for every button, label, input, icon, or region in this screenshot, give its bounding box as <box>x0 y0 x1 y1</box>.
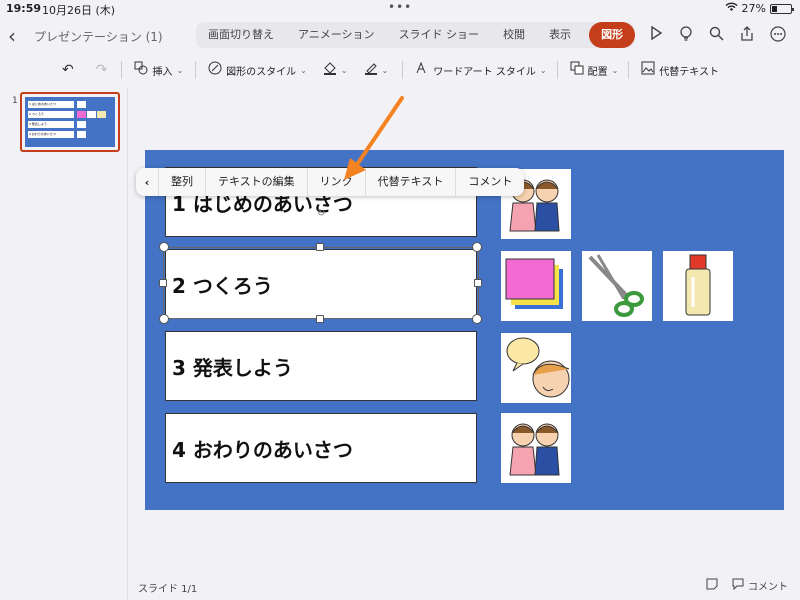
divider <box>628 61 630 79</box>
thumbnail-image <box>77 111 86 118</box>
menu-item-align[interactable]: 整列 <box>158 168 205 196</box>
chevron-down-icon: ⌄ <box>539 65 547 75</box>
text-box-greeting-end[interactable]: 4 おわりのあいさつ <box>165 413 477 483</box>
shape-style-button[interactable]: 図形のスタイル ⌄ <box>208 61 307 79</box>
ribbon-toolbar: ↶ ↷ 挿入 ⌄ 図形のスタイル ⌄ ⌄ ⌄ ワードアート スタイル ⌄ 配置 ⌄ 代替… <box>0 56 800 84</box>
pen-icon <box>364 61 378 79</box>
alt-text-button[interactable]: 代替テキスト <box>641 61 719 79</box>
resize-handle[interactable] <box>159 242 169 252</box>
back-icon[interactable]: ‹ <box>8 24 16 48</box>
resize-handle[interactable] <box>159 314 169 324</box>
alt-text-icon <box>641 61 655 79</box>
title-bar: ‹ プレゼンテーション (1) 画面切り替え アニメーション スライド ショー … <box>0 18 800 54</box>
ribbon-tabs: 画面切り替え アニメーション スライド ショー 校閲 表示 図形 <box>196 22 636 48</box>
tab-review[interactable]: 校閲 <box>491 22 537 48</box>
chevron-down-icon: ⌄ <box>300 65 307 75</box>
thumbnail-image <box>97 111 106 118</box>
resize-handle[interactable] <box>316 315 324 323</box>
comment-icon <box>732 578 744 593</box>
tab-transitions[interactable]: 画面切り替え <box>196 22 286 48</box>
status-right: 27% <box>725 2 794 15</box>
status-time: 19:59 <box>6 2 42 15</box>
divider <box>402 61 404 79</box>
notes-icon[interactable] <box>706 578 718 593</box>
status-date: 10月26日 (木) <box>42 4 116 17</box>
arrange-button[interactable]: 配置 ⌄ <box>570 61 619 79</box>
divider <box>121 61 123 79</box>
resize-handle[interactable] <box>472 314 482 324</box>
shapes-icon <box>134 61 148 79</box>
more-icon[interactable] <box>770 26 786 46</box>
slide-counter: スライド 1/1 <box>138 584 198 595</box>
thumbnail-image <box>77 131 86 138</box>
chevron-left-icon[interactable]: ‹ <box>136 176 158 189</box>
selection-outline <box>163 247 479 319</box>
slide-thumbnail[interactable]: 1 はじめのあいさつ 2 つくろう 3 発表しよう 4 おわりのあいさつ <box>20 92 120 152</box>
resize-handle[interactable] <box>316 243 324 251</box>
pointer-arrow <box>344 96 404 180</box>
thumbnail-row: 1 はじめのあいさつ <box>28 101 74 108</box>
thumbnail-image <box>87 111 96 118</box>
wifi-icon <box>725 2 738 15</box>
resize-handle[interactable] <box>159 279 167 287</box>
lightbulb-icon[interactable] <box>679 26 693 46</box>
slide-thumbnails-panel: 1 1 はじめのあいさつ 2 つくろう 3 発表しよう 4 おわりのあいさつ <box>0 88 128 600</box>
text-box-present[interactable]: 3 発表しよう <box>165 331 477 401</box>
wordart-style-button[interactable]: ワードアート スタイル ⌄ <box>415 61 547 79</box>
document-title[interactable]: プレゼンテーション (1) <box>34 28 163 45</box>
title-actions <box>649 25 786 46</box>
tab-slideshow[interactable]: スライド ショー <box>387 22 492 48</box>
footer-actions: コメント <box>706 578 788 593</box>
speaking-child-image[interactable] <box>501 333 571 403</box>
share-icon[interactable] <box>740 26 754 46</box>
battery-percent: 27% <box>741 2 766 15</box>
play-icon[interactable] <box>649 25 663 46</box>
arrange-icon <box>570 61 584 79</box>
paint-bucket-icon <box>323 61 337 79</box>
glue-image[interactable] <box>663 251 733 321</box>
resize-handle[interactable] <box>474 279 482 287</box>
thumbnail-canvas: 1 はじめのあいさつ 2 つくろう 3 発表しよう 4 おわりのあいさつ <box>25 97 115 147</box>
fill-color-button[interactable]: ⌄ <box>323 61 348 79</box>
thumbnail-number: 1 <box>12 96 18 106</box>
wordart-icon <box>415 61 429 79</box>
thumbnail-image <box>77 101 86 108</box>
undo-icon[interactable]: ↶ <box>62 62 74 78</box>
rotate-handle-icon[interactable]: ↻ <box>317 208 325 219</box>
menu-item-comment[interactable]: コメント <box>455 168 524 196</box>
scissors-image[interactable] <box>582 251 652 321</box>
divider <box>556 61 558 79</box>
battery-icon <box>770 3 794 14</box>
search-icon[interactable] <box>709 26 724 46</box>
menu-item-edit-text[interactable]: テキストの編集 <box>205 168 307 196</box>
chevron-down-icon: ⌄ <box>381 65 389 75</box>
thumbnail-row: 3 発表しよう <box>28 121 74 128</box>
colored-paper-image[interactable] <box>501 251 571 321</box>
line-color-button[interactable]: ⌄ <box>364 61 389 79</box>
multitasking-dots[interactable]: ••• <box>388 0 412 14</box>
thumbnail-row: 2 つくろう <box>28 111 74 118</box>
chevron-down-icon: ⌄ <box>340 65 348 75</box>
divider <box>195 61 197 79</box>
redo-icon[interactable]: ↷ <box>96 62 108 78</box>
tab-view[interactable]: 表示 <box>537 22 583 48</box>
status-bar: 19:59 10月26日 (木) ••• 27% <box>0 0 800 18</box>
tab-animations[interactable]: アニメーション <box>286 22 387 48</box>
slide-canvas[interactable]: 1 はじめのあいさつ 2 つくろう 3 発表しよう 4 おわりのあいさつ ↻ <box>145 150 784 510</box>
shape-style-icon <box>208 61 222 79</box>
chevron-down-icon: ⌄ <box>176 65 184 75</box>
comment-button[interactable]: コメント <box>732 578 788 593</box>
battery-fill <box>772 5 777 12</box>
resize-handle[interactable] <box>472 242 482 252</box>
thumbnail-row: 4 おわりのあいさつ <box>28 131 74 138</box>
bowing-children-image[interactable] <box>501 413 571 483</box>
insert-button[interactable]: 挿入 ⌄ <box>134 61 183 79</box>
thumbnail-image <box>77 121 86 128</box>
chevron-down-icon: ⌄ <box>611 65 619 75</box>
tab-shape[interactable]: 図形 <box>589 22 636 48</box>
